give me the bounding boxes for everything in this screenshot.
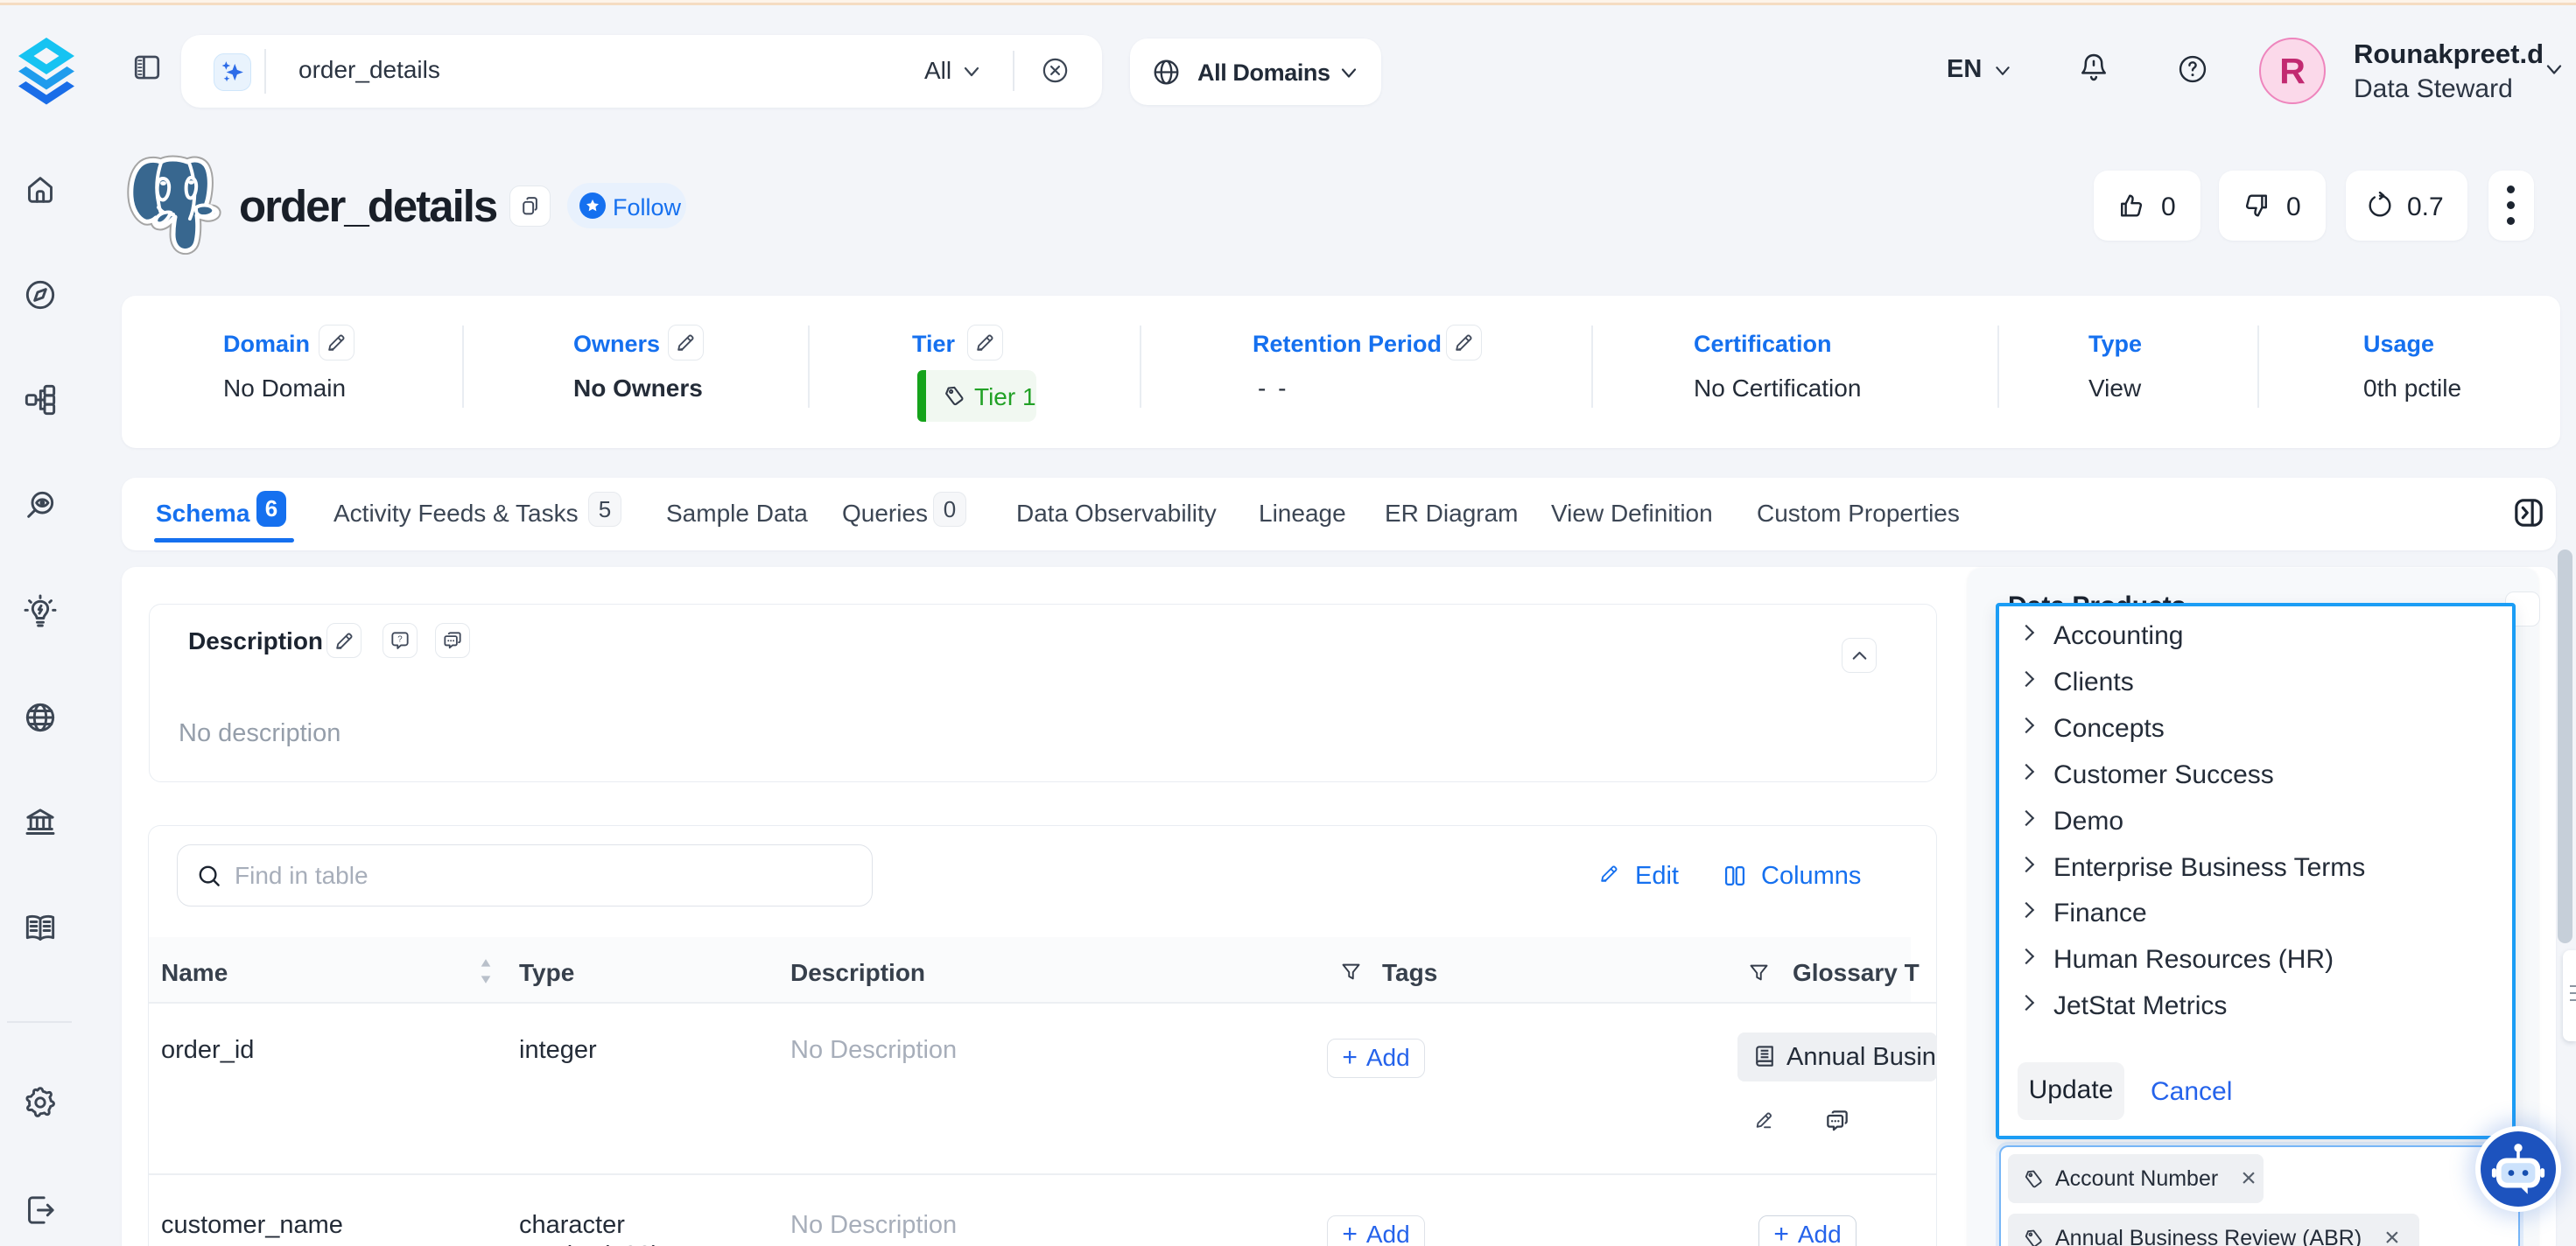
svg-text:?: ?: [397, 635, 403, 645]
